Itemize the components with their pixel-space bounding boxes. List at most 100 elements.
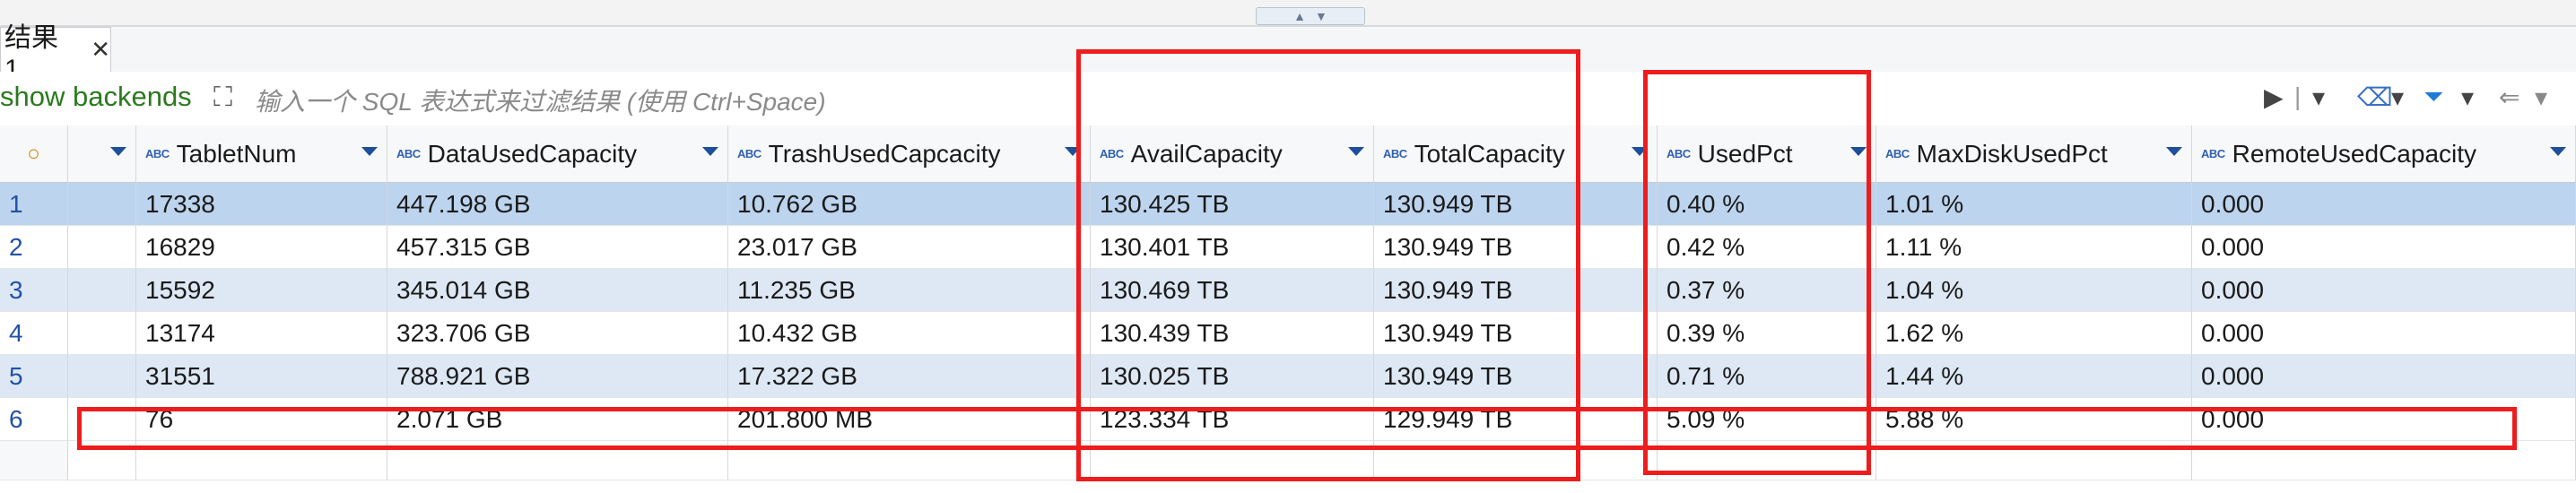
row-number[interactable]: 4 — [0, 312, 68, 355]
table-row[interactable]: 4 13174 323.706 GB 10.432 GB 130.439 TB … — [0, 312, 2576, 355]
sort-dropdown-icon[interactable] — [702, 147, 718, 156]
table-cell[interactable]: 0.000 — [2192, 398, 2576, 441]
table-cell[interactable]: 345.014 GB — [387, 269, 728, 312]
sort-dropdown-icon[interactable] — [1348, 147, 1364, 156]
table-row[interactable]: 2 16829 457.315 GB 23.017 GB 130.401 TB … — [0, 226, 2576, 269]
column-header-datausedcapacity[interactable]: ABC DataUsedCapacity — [387, 125, 728, 183]
table-cell[interactable]: 2.071 GB — [387, 398, 728, 441]
row-number[interactable]: 2 — [0, 226, 68, 269]
eraser-icon[interactable]: ⌫ — [2357, 82, 2393, 112]
table-cell[interactable]: 1.01 % — [1876, 183, 2192, 226]
table-cell[interactable] — [68, 269, 136, 312]
back-arrow-icon[interactable]: ⇐ — [2499, 82, 2519, 112]
history-dropdown-icon[interactable]: ▾ — [2312, 82, 2325, 112]
panel-splitter[interactable]: ▲ ▼ — [1256, 7, 1365, 25]
table-cell[interactable]: 201.800 MB — [728, 398, 1091, 441]
table-cell[interactable]: 323.706 GB — [387, 312, 728, 355]
table-cell[interactable]: 23.017 GB — [728, 226, 1091, 269]
table-cell[interactable]: 447.198 GB — [387, 183, 728, 226]
table-row[interactable]: 3 15592 345.014 GB 11.235 GB 130.469 TB … — [0, 269, 2576, 312]
table-cell[interactable]: 0.40 % — [1658, 183, 1876, 226]
table-cell[interactable]: 123.334 TB — [1091, 398, 1374, 441]
eraser-dropdown-icon[interactable]: ▾ — [2391, 82, 2404, 112]
table-cell[interactable]: 0.000 — [2192, 183, 2576, 226]
sort-dropdown-icon[interactable] — [1632, 147, 1648, 156]
column-header-trashusedcapcacity[interactable]: ABC TrashUsedCapcacity — [728, 125, 1091, 183]
close-icon[interactable]: ✕ — [91, 36, 110, 64]
table-row[interactable]: 6 76 2.071 GB 201.800 MB 123.334 TB 129.… — [0, 398, 2576, 441]
table-cell[interactable]: 130.949 TB — [1374, 269, 1658, 312]
table-cell[interactable]: 10.762 GB — [728, 183, 1091, 226]
table-row[interactable]: 5 31551 788.921 GB 17.322 GB 130.025 TB … — [0, 355, 2576, 398]
table-cell[interactable]: 31551 — [136, 355, 387, 398]
filter-input[interactable]: 输入一个 SQL 表达式来过滤结果 (使用 Ctrl+Space) — [255, 82, 2264, 116]
table-cell[interactable]: 788.921 GB — [387, 355, 728, 398]
table-cell[interactable] — [68, 183, 136, 226]
table-cell[interactable]: 130.469 TB — [1091, 269, 1374, 312]
table-cell[interactable]: 15592 — [136, 269, 387, 312]
table-cell[interactable] — [68, 312, 136, 355]
column-header-maxdiskusedpct[interactable]: ABC MaxDiskUsedPct — [1876, 125, 2192, 183]
column-header-usedpct[interactable]: ABC UsedPct — [1658, 125, 1876, 183]
back-dropdown-icon[interactable]: ▾ — [2535, 82, 2547, 112]
table-cell[interactable]: 76 — [136, 398, 387, 441]
table-cell[interactable]: 16829 — [136, 226, 387, 269]
expand-icon[interactable]: ⛶ — [213, 82, 232, 113]
table-cell[interactable]: 1.04 % — [1876, 269, 2192, 312]
row-number[interactable]: 1 — [0, 183, 68, 226]
table-cell[interactable]: 1.62 % — [1876, 312, 2192, 355]
text-type-icon: ABC — [2201, 147, 2225, 160]
table-cell[interactable]: 0.39 % — [1658, 312, 1876, 355]
table-cell[interactable]: 11.235 GB — [728, 269, 1091, 312]
row-number[interactable]: 6 — [0, 398, 68, 441]
table-cell[interactable]: 0.000 — [2192, 226, 2576, 269]
table-cell[interactable]: 457.315 GB — [387, 226, 728, 269]
play-icon[interactable]: ▶ — [2264, 82, 2284, 112]
sort-dropdown-icon[interactable] — [2550, 147, 2566, 156]
table-row[interactable]: 1 17338 447.198 GB 10.762 GB 130.425 TB … — [0, 183, 2576, 226]
table-cell[interactable]: 130.949 TB — [1374, 312, 1658, 355]
table-cell[interactable]: 0.42 % — [1658, 226, 1876, 269]
table-cell[interactable]: 129.949 TB — [1374, 398, 1658, 441]
table-cell[interactable]: 1.11 % — [1876, 226, 2192, 269]
filter-funnel-icon[interactable]: ⏷ — [2424, 82, 2443, 112]
column-header-availcapacity[interactable]: ABC AvailCapacity — [1091, 125, 1374, 183]
sort-dropdown-icon[interactable] — [110, 147, 126, 156]
table-cell[interactable] — [68, 355, 136, 398]
table-cell[interactable]: 130.401 TB — [1091, 226, 1374, 269]
table-cell[interactable]: 130.949 TB — [1374, 183, 1658, 226]
table-cell[interactable]: 0.000 — [2192, 355, 2576, 398]
row-number-header: ○ — [0, 125, 68, 183]
table-cell[interactable] — [68, 398, 136, 441]
column-header-tabletnum[interactable]: ABC TabletNum — [136, 125, 387, 183]
table-cell[interactable]: 130.025 TB — [1091, 355, 1374, 398]
table-cell[interactable]: 130.425 TB — [1091, 183, 1374, 226]
table-cell[interactable]: 5.88 % — [1876, 398, 2192, 441]
column-header[interactable] — [68, 125, 136, 183]
table-cell[interactable]: 130.949 TB — [1374, 226, 1658, 269]
table-cell[interactable]: 1.44 % — [1876, 355, 2192, 398]
table-cell[interactable]: 17.322 GB — [728, 355, 1091, 398]
row-number[interactable]: 5 — [0, 355, 68, 398]
table-cell[interactable]: 0.000 — [2192, 312, 2576, 355]
filter-dropdown-icon[interactable]: ▾ — [2461, 82, 2474, 112]
table-cell[interactable]: 130.949 TB — [1374, 355, 1658, 398]
sort-dropdown-icon[interactable] — [1850, 147, 1867, 156]
table-cell[interactable]: 17338 — [136, 183, 387, 226]
sort-dropdown-icon[interactable] — [361, 147, 378, 156]
table-cell[interactable]: 13174 — [136, 312, 387, 355]
table-cell[interactable]: 0.71 % — [1658, 355, 1876, 398]
table-cell[interactable]: 5.09 % — [1658, 398, 1876, 441]
table-cell[interactable]: 130.439 TB — [1091, 312, 1374, 355]
sort-dropdown-icon[interactable] — [2166, 147, 2182, 156]
tab-result-1[interactable]: 结果 1 ✕ — [0, 23, 111, 84]
row-number[interactable]: 3 — [0, 269, 68, 312]
text-type-icon: ABC — [1383, 147, 1407, 160]
table-cell[interactable]: 0.000 — [2192, 269, 2576, 312]
table-cell[interactable] — [68, 226, 136, 269]
column-header-remoteusedcapacity[interactable]: ABC RemoteUsedCapacity — [2192, 125, 2576, 183]
table-cell[interactable]: 0.37 % — [1658, 269, 1876, 312]
column-header-totalcapacity[interactable]: ABC TotalCapacity — [1374, 125, 1658, 183]
table-cell[interactable]: 10.432 GB — [728, 312, 1091, 355]
sort-dropdown-icon[interactable] — [1065, 147, 1081, 156]
